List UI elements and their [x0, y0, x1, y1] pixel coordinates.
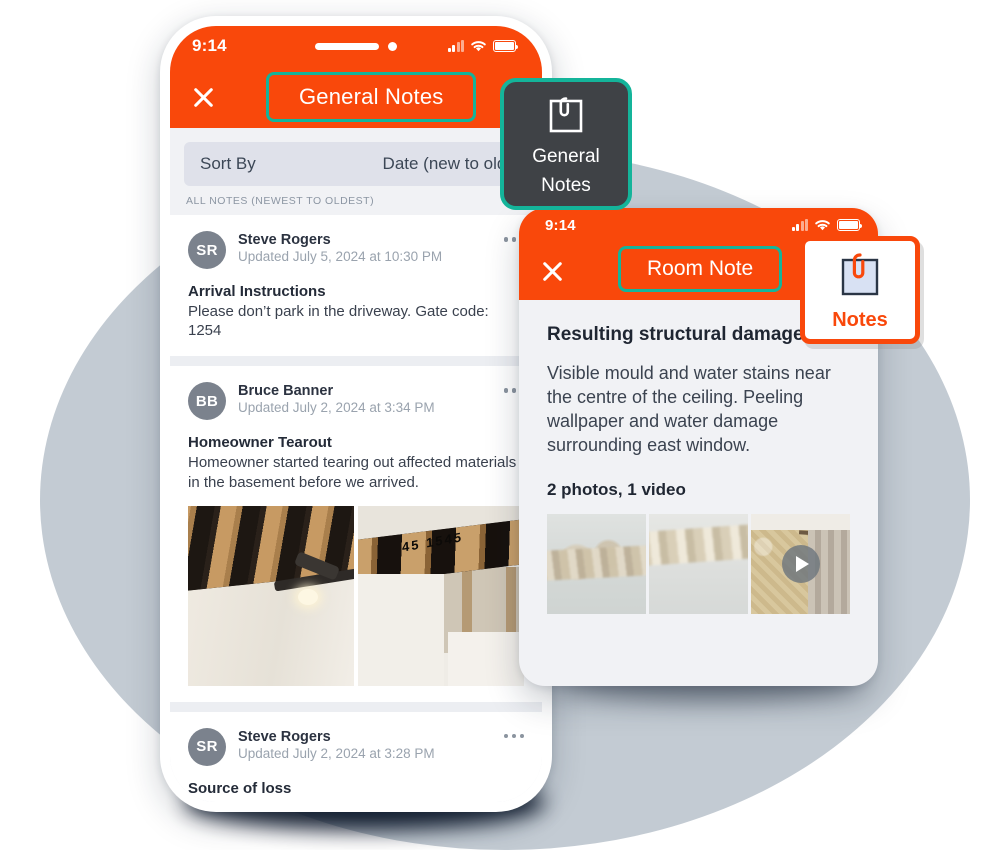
mould-stain-photo-2[interactable] [649, 513, 748, 614]
close-icon[interactable] [537, 256, 567, 286]
status-bar: 9:14 [170, 26, 542, 66]
cellular-signal-icon [447, 40, 464, 52]
wifi-icon [815, 219, 830, 230]
front-camera-icon [388, 41, 397, 51]
media-count-label: 2 photos, 1 video [547, 479, 686, 499]
divider [170, 356, 542, 367]
callout-badge-notes: Notes [800, 236, 920, 344]
avatar: BB [188, 382, 226, 421]
screenshot-stage: 9:14 General Notes Sort By Date (new to … [0, 0, 1000, 850]
note-updated: Updated July 5, 2024 at 10:30 PM [238, 249, 443, 264]
avatar: SR [188, 231, 226, 269]
note-header: SR Steve Rogers Updated July 5, 2024 at … [188, 231, 524, 269]
sort-by-control[interactable]: Sort By Date (new to old) [184, 142, 528, 186]
ceiling-tearout-photo-2[interactable] [358, 505, 524, 686]
more-options-icon[interactable] [503, 733, 524, 739]
room-note-body: Visible mould and water stains near the … [547, 363, 831, 455]
sort-area: Sort By Date (new to old) [170, 128, 542, 186]
sort-by-label: Sort By [200, 154, 256, 173]
cellular-signal-icon [791, 219, 808, 231]
note-card[interactable]: SR Steve Rogers Updated July 2, 2024 at … [170, 711, 542, 802]
status-time: 9:14 [545, 216, 576, 234]
phone-general-notes: 9:14 General Notes Sort By Date (new to … [160, 16, 552, 812]
status-indicators [447, 40, 519, 53]
notes-feed[interactable]: SR Steve Rogers Updated July 5, 2024 at … [170, 215, 542, 802]
mould-stain-photo-1[interactable] [547, 513, 646, 614]
battery-full-icon [837, 219, 863, 231]
note-header: BB Bruce Banner Updated July 2, 2024 at … [188, 382, 524, 421]
note-updated: Updated July 2, 2024 at 3:28 PM [238, 745, 435, 761]
note-attachment-icon [549, 96, 583, 133]
note-card[interactable]: BB Bruce Banner Updated July 2, 2024 at … [170, 366, 542, 702]
play-icon[interactable] [781, 544, 820, 583]
room-note-content: Resulting structural damage Visible moul… [519, 300, 878, 614]
note-author-block: Steve Rogers Updated July 5, 2024 at 10:… [238, 231, 442, 264]
callout-label-line1: General [532, 145, 600, 167]
note-body: Homeowner started tearing out affected m… [188, 454, 517, 491]
callout-badge-general-notes: General Notes [500, 78, 632, 210]
media-thumbnail-strip[interactable] [547, 513, 850, 614]
note-title: Arrival Instructions [188, 283, 326, 300]
section-header-all-notes: ALL NOTES (NEWEST TO OLDEST) [170, 186, 542, 215]
callout-label-notes: Notes [832, 308, 888, 331]
battery-full-icon [493, 40, 519, 52]
sort-by-value: Date (new to old) [382, 154, 512, 173]
note-photo-strip[interactable] [188, 505, 524, 686]
wifi-icon [471, 40, 486, 51]
note-title: Source of loss [188, 779, 292, 797]
note-header: SR Steve Rogers Updated July 2, 2024 at … [188, 727, 524, 766]
note-author: Steve Rogers [238, 728, 331, 745]
page-title-room-note: Room Note [618, 246, 783, 292]
east-window-video[interactable] [751, 513, 850, 614]
note-body: Burst water line in the ceiling. [188, 799, 524, 802]
ceiling-tearout-photo-1[interactable] [188, 505, 354, 686]
note-author-block: Bruce Banner Updated July 2, 2024 at 3:3… [238, 382, 435, 415]
status-time: 9:14 [192, 36, 227, 55]
dynamic-island [315, 41, 397, 51]
note-author-block: Steve Rogers Updated July 2, 2024 at 3:2… [238, 728, 435, 761]
divider [170, 701, 542, 712]
note-title: Homeowner Tearout [188, 434, 332, 452]
close-icon[interactable] [188, 82, 218, 112]
status-indicators [791, 219, 863, 232]
note-attachment-icon [841, 252, 879, 295]
nav-bar-general-notes: General Notes [170, 66, 542, 128]
avatar: SR [188, 727, 226, 766]
note-updated: Updated July 2, 2024 at 3:34 PM [238, 400, 435, 416]
page-title-general-notes: General Notes [266, 72, 477, 122]
phone-general-notes-screen: 9:14 General Notes Sort By Date (new to … [170, 26, 542, 802]
note-card[interactable]: SR Steve Rogers Updated July 5, 2024 at … [170, 215, 542, 357]
speaker-slot-icon [315, 42, 379, 50]
callout-label-line2: Notes [541, 175, 591, 196]
note-author: Bruce Banner [238, 383, 334, 400]
note-body: Please don’t park in the driveway. Gate … [188, 303, 489, 340]
note-author: Steve Rogers [238, 232, 331, 248]
